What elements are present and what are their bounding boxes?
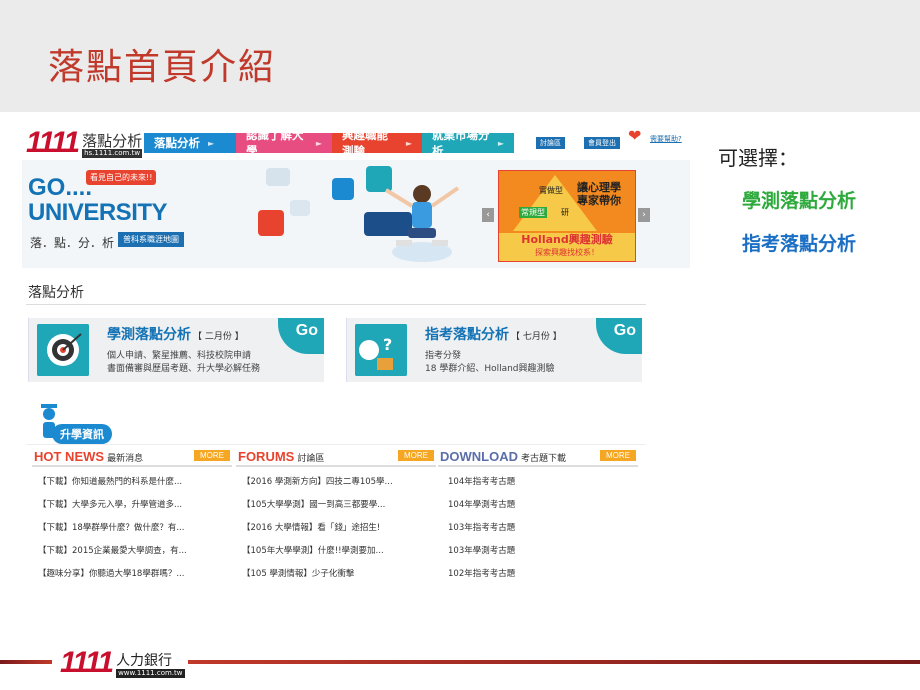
target-icon <box>37 324 89 376</box>
column-title: DOWNLOAD <box>440 448 518 464</box>
card-go-button[interactable]: Go <box>596 318 642 354</box>
slide-title: 落點首頁介紹 <box>48 47 277 88</box>
card-ast-placement[interactable]: ? 指考落點分析【 七月份 】 指考分發 18 學群介紹、Holland興趣測驗… <box>346 318 642 382</box>
banner-tag: 看見自己的未來!! <box>86 170 157 185</box>
option-ast: 指考落點分析 <box>742 233 857 255</box>
column-subtitle: 最新消息 <box>107 453 144 464</box>
footer-logo-text: 人力銀行 <box>116 653 173 669</box>
carousel-prev-button[interactable]: ‹ <box>482 208 494 222</box>
list-item[interactable]: 【下載】18學群學什麼？做什麼？有... <box>32 517 232 540</box>
list-item[interactable]: 102年指考考古題 <box>438 563 638 586</box>
card-month: 【 二月份 】 <box>193 332 244 342</box>
list-item[interactable]: 【105 學測情報】少子化衝擊 <box>236 563 436 586</box>
rss-icon <box>258 210 284 236</box>
main-nav: 落點分析 ► 認識了解大學 ► 興趣職能測驗 ► 就業市場分析 ► <box>144 128 514 158</box>
column-subtitle: 討論區 <box>297 453 325 464</box>
holland-text-1: 讓心理學 <box>577 181 621 194</box>
column-title: FORUMS <box>238 448 295 464</box>
holland-top-label: 實做型 <box>539 186 563 195</box>
footer-logo-number: 1111 <box>60 646 114 679</box>
site-topbar: 1111 落點分析 hs.1111.com.tw 落點分析 ► 認識了解大學 ► 興… <box>22 124 690 160</box>
news-area: HOT NEWS 最新消息 MORE 【下載】你知道最熱門的科系是什麼... 【下… <box>26 444 646 614</box>
holland-text-2: 專家帶你 <box>577 194 621 207</box>
list-item[interactable]: 104年學測考古題 <box>438 494 638 517</box>
card-title: 指考落點分析 <box>425 327 509 343</box>
list-item[interactable]: 【下載】大學多元入學，升學管道多... <box>32 494 232 517</box>
holland-right-label: 研 <box>561 208 569 217</box>
help-link[interactable]: 需要幫助? <box>650 134 682 144</box>
list-item[interactable]: 103年指考考古題 <box>438 517 638 540</box>
list-item[interactable]: 【105年大學學測】什麼!!學測要加... <box>236 540 436 563</box>
info-section-header: 升學資訊 <box>34 402 184 446</box>
nav-job-market[interactable]: 就業市場分析 ► <box>422 128 514 158</box>
nav-interest-test[interactable]: 興趣職能測驗 ► <box>332 128 422 158</box>
option-gsat: 學測落點分析 <box>742 190 857 212</box>
footer-line-right <box>188 660 920 664</box>
question-icon: ? <box>355 324 407 376</box>
card-line-2: 書面備審與歷屆考題、升大學必解任務 <box>107 364 261 374</box>
card-gsat-placement[interactable]: 學測落點分析【 二月份 】 個人申請、繁星推薦、科技校院申請 書面備審與歷屆考題… <box>28 318 324 382</box>
career-map-tag[interactable]: 普科系職涯地圖 <box>118 232 184 247</box>
holland-band-title: Holland興趣測驗 <box>521 233 613 246</box>
list-item[interactable]: 【105大學學測】國一到高三都要學... <box>236 494 436 517</box>
footer-logo-url: www.1111.com.tw <box>116 669 185 678</box>
logo-url: hs.1111.com.tw <box>82 149 143 158</box>
site-logo[interactable]: 1111 落點分析 hs.1111.com.tw <box>26 126 143 159</box>
list-item[interactable]: 103年學測考古題 <box>438 540 638 563</box>
footer-line-left <box>0 660 52 664</box>
svg-text:?: ? <box>383 335 392 354</box>
banner-go: GO.... <box>28 174 93 201</box>
nav-universities[interactable]: 認識了解大學 ► <box>236 128 332 158</box>
arrow-right-icon: ► <box>405 138 412 148</box>
arrow-right-icon: ► <box>315 138 322 148</box>
card-line-2: 18 學群介紹、Holland興趣測驗 <box>425 364 555 374</box>
forum-button[interactable]: 討論區 <box>536 137 565 149</box>
card-go-button[interactable]: Go <box>278 318 324 354</box>
arrow-right-icon: ► <box>208 138 215 148</box>
section-title: 落點分析 <box>28 285 84 301</box>
website-screenshot: 1111 落點分析 hs.1111.com.tw 落點分析 ► 認識了解大學 ► 興… <box>22 124 690 614</box>
more-button[interactable]: MORE <box>600 449 636 461</box>
logo-text: 落點分析 <box>82 132 143 150</box>
forums-column: FORUMS 討論區 MORE 【2016 學測新方向】四技二專105學... 【… <box>236 445 436 586</box>
list-item[interactable]: 【趣味分享】你聽過大學18學群嗎？... <box>32 563 232 586</box>
arrow-right-icon: ► <box>497 138 504 148</box>
logout-button[interactable]: 會員登出 <box>584 137 620 149</box>
column-subtitle: 考古題下載 <box>521 453 567 464</box>
list-item[interactable]: 104年指考考古題 <box>438 471 638 494</box>
student-illustration <box>384 185 460 262</box>
options-label: 可選擇： <box>718 146 798 170</box>
download-column: DOWNLOAD 考古題下載 MORE 104年指考考古題 104年學測考古題 1… <box>438 445 638 586</box>
heart-icon: ❤ <box>628 126 642 145</box>
chat-icon <box>266 168 290 186</box>
people-icon <box>290 200 310 216</box>
list-item[interactable]: 【2016 大學情報】看「錢」途招生! <box>236 517 436 540</box>
search-icon <box>332 178 354 200</box>
card-line-1: 個人申請、繁星推薦、科技校院申請 <box>107 351 252 361</box>
section-divider <box>26 304 646 305</box>
card-line-1: 指考分發 <box>425 351 462 361</box>
list-item[interactable]: 【2016 學測新方向】四技二專105學... <box>236 471 436 494</box>
banner-subtitle: 落．點．分．析 <box>30 236 115 250</box>
list-item[interactable]: 【下載】2015企業最愛大學調查，有... <box>32 540 232 563</box>
hot-news-column: HOT NEWS 最新消息 MORE 【下載】你知道最熱門的科系是什麼... 【下… <box>32 445 232 586</box>
list-item[interactable]: 【下載】你知道最熱門的科系是什麼... <box>32 471 232 494</box>
carousel-next-button[interactable]: › <box>638 208 650 222</box>
more-button[interactable]: MORE <box>194 449 230 461</box>
holland-left-label: 常規型 <box>519 207 547 218</box>
column-title: HOT NEWS <box>34 448 105 464</box>
holland-band-subtitle: 探索興趣找校系！ <box>535 248 599 257</box>
card-title: 學測落點分析 <box>107 327 191 343</box>
logo-number: 1111 <box>26 126 80 159</box>
footer-logo: 1111 人力銀行 www.1111.com.tw <box>60 648 185 678</box>
card-month: 【 七月份 】 <box>511 332 562 342</box>
info-label: 升學資訊 <box>52 424 112 444</box>
holland-test-promo[interactable]: 實做型 常規型 研 讓心理學 專家帶你 Holland興趣測驗 探索興趣找校系！ <box>498 170 636 262</box>
nav-placement[interactable]: 落點分析 ► <box>144 133 236 153</box>
more-button[interactable]: MORE <box>398 449 434 461</box>
banner-university: UNIVERSITY <box>28 199 168 226</box>
hero-banner[interactable]: GO.... 看見自己的未來!! UNIVERSITY 落．點．分．析 普科系職… <box>22 160 690 268</box>
